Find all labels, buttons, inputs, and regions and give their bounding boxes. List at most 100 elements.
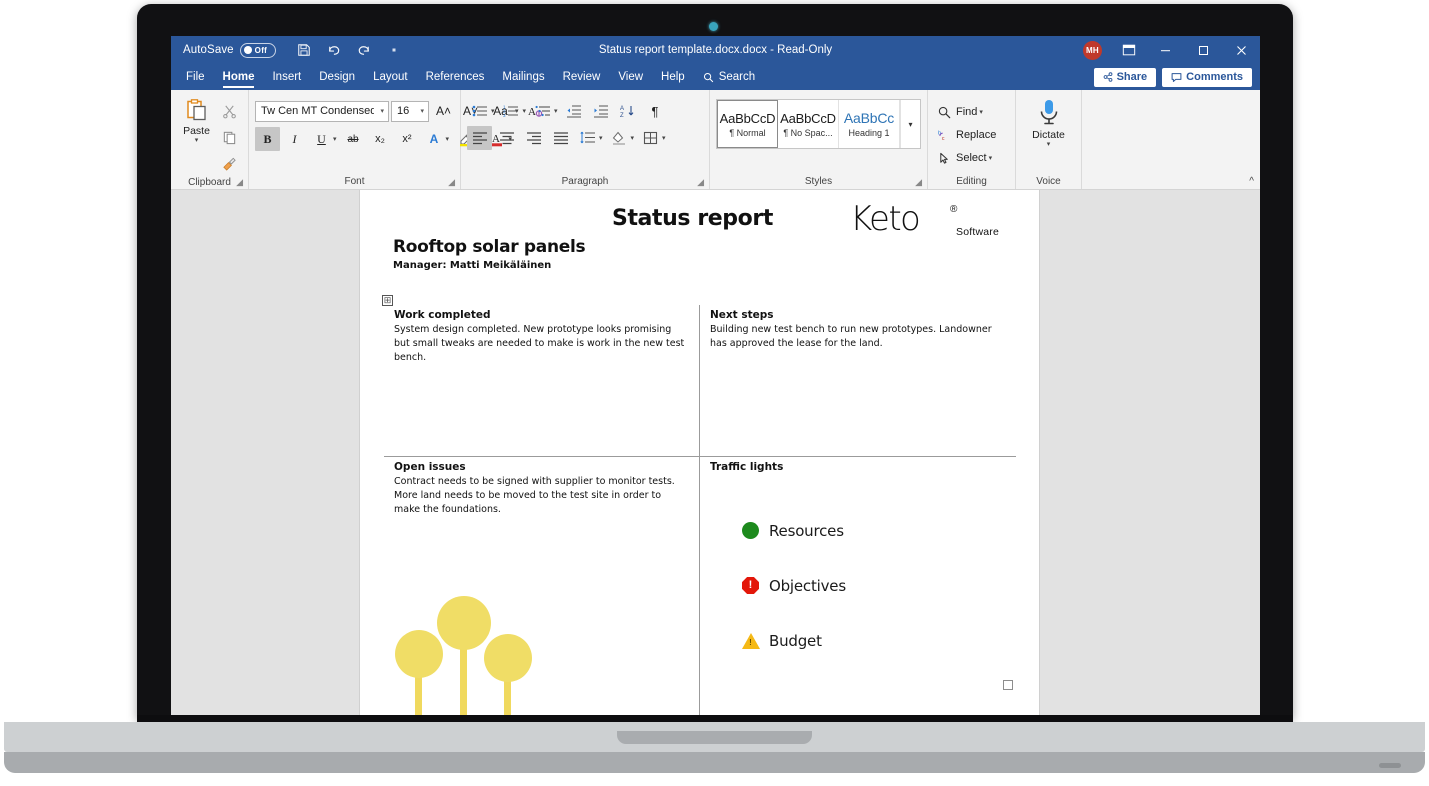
sort-icon[interactable]: AZ	[616, 99, 641, 123]
align-left-icon[interactable]	[467, 126, 492, 150]
document-canvas[interactable]: Status report Keto ® Software Rooftop so…	[171, 190, 1260, 715]
ribbon-group-editing-label: Editing	[956, 176, 987, 187]
redo-icon[interactable]	[350, 38, 378, 62]
ribbon-group-paragraph: ▾ 123 ▾ ▾ A Z ¶ ▾ ▾ ▾ Paragraph ◢	[461, 90, 710, 189]
cut-icon[interactable]	[216, 99, 242, 123]
autosave-toggle[interactable]: Off	[239, 42, 276, 58]
tabstrip-right-actions: Share Comments	[1093, 64, 1260, 90]
qat-more-icon[interactable]	[380, 38, 408, 62]
shading-chevron-down-icon[interactable]: ▾	[631, 134, 635, 142]
paste-button[interactable]: Paste ▾	[177, 94, 216, 144]
font-name-input[interactable]: Tw Cen MT Condensed ▾	[255, 100, 389, 122]
logo-subtitle: Software	[956, 226, 1000, 238]
tab-design[interactable]: Design	[310, 64, 364, 90]
align-right-icon[interactable]	[521, 126, 546, 150]
minimize-button[interactable]	[1146, 36, 1184, 64]
clipboard-dialog-launcher-icon[interactable]: ◢	[236, 177, 243, 188]
tab-review[interactable]: Review	[554, 64, 610, 90]
undo-icon[interactable]	[320, 38, 348, 62]
bullets-icon[interactable]	[467, 99, 492, 123]
find-icon	[938, 106, 951, 118]
show-formatting-marks-icon[interactable]: ¶	[643, 99, 668, 123]
borders-chevron-down-icon[interactable]: ▾	[662, 134, 666, 142]
style-sample-heading1: AaBbCс	[843, 110, 895, 126]
style-card-heading1[interactable]: AaBbCс Heading 1	[839, 100, 900, 148]
font-name-chevron-down-icon[interactable]: ▾	[380, 107, 384, 115]
tab-home[interactable]: Home	[214, 64, 264, 90]
share-button[interactable]: Share	[1093, 67, 1157, 87]
select-chevron-down-icon[interactable]: ▾	[989, 154, 993, 162]
format-painter-icon[interactable]	[216, 151, 242, 175]
align-center-icon[interactable]	[494, 126, 519, 150]
cell-traffic-lights[interactable]: Traffic lights Resources ! Objectives ! …	[700, 457, 1016, 715]
tab-view[interactable]: View	[609, 64, 652, 90]
borders-icon[interactable]	[638, 126, 663, 150]
increase-indent-icon[interactable]	[589, 99, 614, 123]
tab-references[interactable]: References	[417, 64, 494, 90]
font-size-value: 16	[397, 105, 410, 117]
find-button[interactable]: Find ▾	[934, 101, 1000, 123]
dictate-button[interactable]: Dictate ▾	[1022, 94, 1075, 148]
shading-icon[interactable]	[607, 126, 632, 150]
traffic-label-budget: Budget	[769, 631, 822, 650]
tab-mailings[interactable]: Mailings	[493, 64, 553, 90]
laptop-foot	[4, 752, 1425, 773]
styles-dialog-launcher-icon[interactable]: ◢	[915, 177, 922, 188]
document-page[interactable]: Status report Keto ® Software Rooftop so…	[360, 190, 1039, 715]
numbering-chevron-down-icon[interactable]: ▾	[523, 107, 527, 115]
line-spacing-chevron-down-icon[interactable]: ▾	[599, 134, 603, 142]
underline-chevron-down-icon[interactable]: ▾	[333, 135, 337, 143]
subscript-button[interactable]: x₂	[368, 127, 393, 151]
italic-button[interactable]: I	[282, 127, 307, 151]
decrease-indent-icon[interactable]	[562, 99, 587, 123]
bullets-chevron-down-icon[interactable]: ▾	[491, 107, 495, 115]
font-size-chevron-down-icon[interactable]: ▾	[420, 107, 424, 115]
ribbon-display-options-icon[interactable]	[1112, 36, 1146, 64]
autosave-control[interactable]: AutoSave Off	[183, 42, 276, 58]
tab-help[interactable]: Help	[652, 64, 694, 90]
multilevel-list-icon[interactable]	[530, 99, 555, 123]
document-title[interactable]: Status report template.docx.docx - Read-…	[599, 44, 832, 56]
dictate-label: Dictate	[1032, 129, 1065, 141]
cell-next-steps[interactable]: Next steps Building new test bench to ru…	[700, 305, 1016, 457]
ribbon-tab-strip: File Home Insert Design Layout Reference…	[171, 64, 1260, 90]
avatar[interactable]: MH	[1083, 40, 1102, 60]
strikethrough-button[interactable]: ab	[341, 127, 366, 151]
close-button[interactable]	[1222, 36, 1260, 64]
search-box[interactable]: Search	[694, 64, 764, 90]
tab-layout[interactable]: Layout	[364, 64, 417, 90]
find-chevron-down-icon[interactable]: ▾	[979, 108, 983, 116]
numbering-icon[interactable]: 123	[499, 99, 524, 123]
traffic-row-objectives: ! Objectives	[742, 558, 1006, 613]
superscript-button[interactable]: x²	[395, 127, 420, 151]
style-card-normal[interactable]: AaBbCcD ¶ Normal	[717, 100, 778, 148]
grow-font-button[interactable]: A˄	[431, 99, 456, 123]
comments-button[interactable]: Comments	[1162, 67, 1252, 87]
paste-caret[interactable]: ▾	[195, 137, 199, 144]
style-card-no-spacing[interactable]: AaBbCcD ¶ No Spac...	[778, 100, 839, 148]
text-effects-button[interactable]: A	[422, 127, 447, 151]
save-icon[interactable]	[290, 38, 318, 62]
cell-work-completed[interactable]: Work completed System design completed. …	[384, 305, 700, 457]
paragraph-dialog-launcher-icon[interactable]: ◢	[697, 177, 704, 188]
maximize-button[interactable]	[1184, 36, 1222, 64]
tab-insert[interactable]: Insert	[263, 64, 310, 90]
collapse-ribbon-icon[interactable]: ^	[1249, 176, 1254, 187]
line-spacing-icon[interactable]	[575, 126, 600, 150]
copy-icon[interactable]	[216, 125, 242, 149]
justify-icon[interactable]	[548, 126, 573, 150]
select-button[interactable]: Select ▾	[934, 147, 1000, 169]
style-sample-normal: AaBbCcD	[719, 110, 776, 126]
multilevel-chevron-down-icon[interactable]: ▾	[554, 107, 558, 115]
autosave-label: AutoSave	[183, 44, 234, 56]
tab-file[interactable]: File	[177, 64, 214, 90]
font-size-input[interactable]: 16 ▾	[391, 100, 429, 122]
replace-button[interactable]: bc Replace	[934, 124, 1000, 146]
styles-more-chevron-down-icon[interactable]: ▾	[900, 100, 920, 148]
style-name-normal: ¶ Normal	[729, 127, 766, 138]
bold-button[interactable]: B	[255, 127, 280, 151]
text-effects-chevron-down-icon[interactable]: ▾	[446, 135, 450, 143]
underline-button[interactable]: U	[309, 127, 334, 151]
font-dialog-launcher-icon[interactable]: ◢	[448, 177, 455, 188]
dictate-caret[interactable]: ▾	[1047, 141, 1051, 148]
